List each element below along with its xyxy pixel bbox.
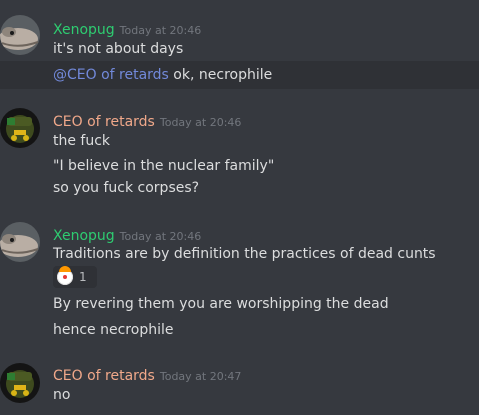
message-header: CEO of retards Today at 20:46 [53, 111, 241, 130]
avatar[interactable] [0, 108, 40, 148]
reaction-button[interactable]: 1 [53, 266, 97, 288]
message-text: no [53, 387, 71, 403]
message-text-rest: ok, necrophile [168, 67, 273, 83]
timestamp: Today at 20:47 [159, 370, 242, 383]
timestamp: Today at 20:46 [119, 24, 202, 37]
reaction-count: 1 [79, 270, 87, 284]
message-header: CEO of retards Today at 20:47 [53, 365, 241, 384]
avatar[interactable] [0, 15, 40, 55]
author-name[interactable]: Xenopug [53, 22, 115, 38]
clown-icon [57, 266, 73, 285]
author-name[interactable]: Xenopug [53, 228, 115, 244]
message-text: so you fuck corpses? [53, 180, 200, 196]
message-text: the fuck [53, 133, 111, 149]
message-header: Xenopug Today at 20:46 [53, 225, 201, 244]
message-text: it's not about days [53, 41, 184, 57]
message-text: @CEO of retards ok, necrophile [53, 67, 272, 83]
message-header: Xenopug Today at 20:46 [53, 19, 201, 38]
author-name[interactable]: CEO of retards [53, 114, 155, 130]
avatar[interactable] [0, 222, 40, 262]
timestamp: Today at 20:46 [159, 116, 242, 129]
timestamp: Today at 20:46 [119, 230, 202, 243]
author-name[interactable]: CEO of retards [53, 368, 155, 384]
user-mention[interactable]: @CEO of retards [53, 67, 169, 83]
avatar[interactable] [0, 363, 40, 403]
message-text: Traditions are by definition the practic… [53, 246, 436, 262]
message-text: "I believe in the nuclear family" [53, 158, 275, 174]
message-text: By revering them you are worshipping the… [53, 296, 389, 312]
message-text: hence necrophile [53, 322, 174, 338]
